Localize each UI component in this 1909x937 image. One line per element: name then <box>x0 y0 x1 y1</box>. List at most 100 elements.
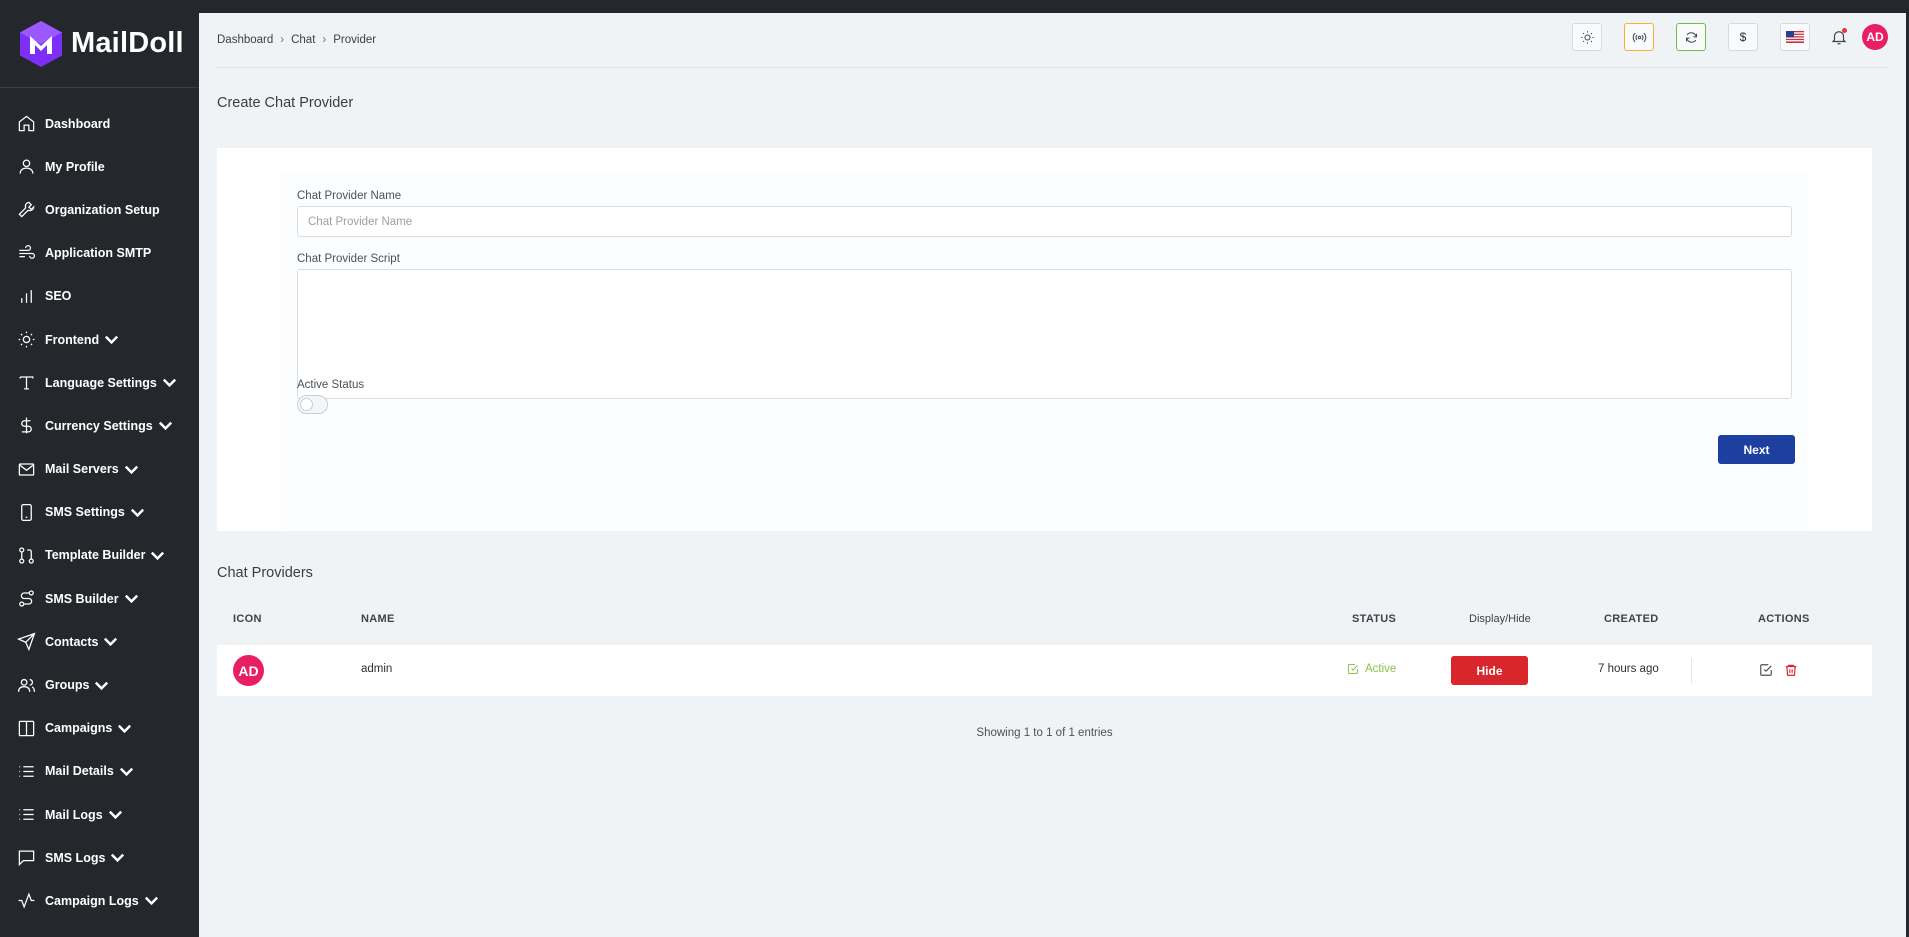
provider-script-label: Chat Provider Script <box>297 253 400 265</box>
smartphone-icon <box>21 503 32 521</box>
user-icon <box>19 159 34 174</box>
language-button[interactable] <box>1780 23 1810 51</box>
breadcrumb-provider: Provider <box>333 34 377 46</box>
chevron-down-icon <box>144 897 158 906</box>
notifications-button[interactable] <box>1830 28 1848 46</box>
sidebar: MailDoll Dashboard My Profile Organizati… <box>0 0 199 937</box>
sidebar-item-template-builder[interactable]: Template Builder <box>0 534 199 577</box>
sidebar-item-label: Campaigns <box>45 721 113 736</box>
theme-toggle-button[interactable] <box>1572 23 1602 51</box>
brand-logo[interactable]: MailDoll <box>0 0 199 88</box>
broadcast-icon <box>1632 32 1646 42</box>
column-header-actions: ACTIONS <box>1758 613 1810 625</box>
provider-script-textarea[interactable] <box>297 269 1792 399</box>
breadcrumb-dashboard[interactable]: Dashboard <box>217 34 273 46</box>
chevron-down-icon <box>111 854 125 863</box>
table-row: AD admin Active Hide 7 hours ago <box>217 645 1872 696</box>
notification-dot <box>1842 28 1847 33</box>
sidebar-item-language-settings[interactable]: Language Settings <box>0 361 199 404</box>
main-content: Dashboard › Chat › Provider $ AD Create … <box>199 13 1906 937</box>
sidebar-item-label: SEO <box>45 289 72 304</box>
column-divider <box>1691 658 1692 683</box>
provider-name-input[interactable] <box>297 206 1792 237</box>
message-square-icon <box>18 850 35 867</box>
sidebar-item-label: Groups <box>45 678 90 693</box>
next-button[interactable]: Next <box>1718 435 1795 464</box>
sidebar-item-sms-logs[interactable]: SMS Logs <box>0 836 199 879</box>
chevron-down-icon <box>118 724 132 733</box>
sidebar-item-mail-details[interactable]: Mail Details <box>0 750 199 793</box>
chevron-down-icon <box>104 638 118 647</box>
sidebar-item-my-profile[interactable]: My Profile <box>0 145 199 188</box>
created-time: 7 hours ago <box>1598 663 1659 675</box>
sidebar-item-currency-settings[interactable]: Currency Settings <box>0 404 199 447</box>
breadcrumb: Dashboard › Chat › Provider <box>217 34 376 46</box>
sidebar-item-label: My Profile <box>45 159 105 174</box>
sidebar-item-application-smtp[interactable]: Application SMTP <box>0 232 199 275</box>
hide-button[interactable]: Hide <box>1451 656 1528 685</box>
sidebar-item-sms-builder[interactable]: SMS Builder <box>0 577 199 620</box>
breadcrumb-chat[interactable]: Chat <box>291 34 315 46</box>
mail-icon <box>18 462 35 476</box>
sidebar-item-groups[interactable]: Groups <box>0 663 199 706</box>
sidebar-item-frontend[interactable]: Frontend <box>0 318 199 361</box>
bar-chart-icon <box>21 290 32 303</box>
sidebar-item-label: Mail Details <box>45 764 114 779</box>
breadcrumb-separator: › <box>280 34 285 46</box>
sidebar-item-contacts[interactable]: Contacts <box>0 620 199 663</box>
sidebar-item-organization-setup[interactable]: Organization Setup <box>0 188 199 231</box>
sidebar-item-campaigns[interactable]: Campaigns <box>0 707 199 750</box>
dollar-icon: $ <box>1739 30 1747 44</box>
header-actions: $ AD <box>1550 23 1888 51</box>
provider-name-label: Chat Provider Name <box>297 190 402 202</box>
chevron-down-icon <box>162 378 176 388</box>
edit-icon[interactable] <box>1759 663 1773 677</box>
sidebar-nav: Dashboard My Profile Organization Setup … <box>0 88 199 923</box>
sidebar-item-seo[interactable]: SEO <box>0 275 199 318</box>
sidebar-item-label: SMS Settings <box>45 505 125 520</box>
sun-icon <box>1580 30 1594 44</box>
currency-button[interactable]: $ <box>1728 23 1758 51</box>
sidebar-item-label: Campaign Logs <box>45 893 139 908</box>
page-title: Create Chat Provider <box>217 95 354 111</box>
brand-name: MailDoll <box>71 27 184 59</box>
broadcast-button[interactable] <box>1624 23 1654 51</box>
provider-avatar: AD <box>233 655 264 686</box>
sidebar-item-sms-settings[interactable]: SMS Settings <box>0 491 199 534</box>
column-header-created: CREATED <box>1604 613 1659 625</box>
maildoll-logo-icon <box>20 20 62 67</box>
column-header-status: STATUS <box>1352 613 1397 625</box>
column-header-display-hide: Display/Hide <box>1469 613 1531 625</box>
type-icon <box>19 376 34 390</box>
sidebar-item-label: SMS Builder <box>45 591 119 606</box>
active-status-toggle[interactable] <box>297 395 328 414</box>
sidebar-item-label: Application SMTP <box>45 246 152 261</box>
chevron-down-icon <box>108 810 122 820</box>
wind-icon <box>19 244 36 259</box>
sidebar-item-label: SMS Logs <box>45 850 106 865</box>
column-header-name: NAME <box>361 613 395 625</box>
route-icon <box>19 590 34 607</box>
sidebar-item-label: Mail Servers <box>45 462 119 477</box>
columns-icon <box>18 720 35 736</box>
list-icon <box>19 809 34 820</box>
sidebar-item-mail-servers[interactable]: Mail Servers <box>0 448 199 491</box>
active-status-label: Active Status <box>297 379 365 391</box>
list-icon <box>19 766 34 777</box>
sidebar-item-campaign-logs[interactable]: Campaign Logs <box>0 879 199 922</box>
chevron-down-icon <box>158 422 172 431</box>
sidebar-item-label: Frontend <box>45 332 100 347</box>
sidebar-item-label: Mail Logs <box>45 807 103 822</box>
sidebar-item-dashboard[interactable]: Dashboard <box>0 102 199 145</box>
sidebar-item-label: Language Settings <box>45 375 157 390</box>
sidebar-item-label: Template Builder <box>45 548 146 563</box>
trash-icon[interactable] <box>1784 663 1798 677</box>
user-avatar[interactable]: AD <box>1862 24 1888 50</box>
sidebar-item-mail-logs[interactable]: Mail Logs <box>0 793 199 836</box>
chevron-down-icon <box>119 767 133 777</box>
check-square-icon <box>1348 664 1358 674</box>
sidebar-item-label: Organization Setup <box>45 202 160 217</box>
refresh-icon <box>1685 31 1697 43</box>
toggle-knob <box>300 398 313 411</box>
refresh-button[interactable] <box>1676 23 1706 51</box>
